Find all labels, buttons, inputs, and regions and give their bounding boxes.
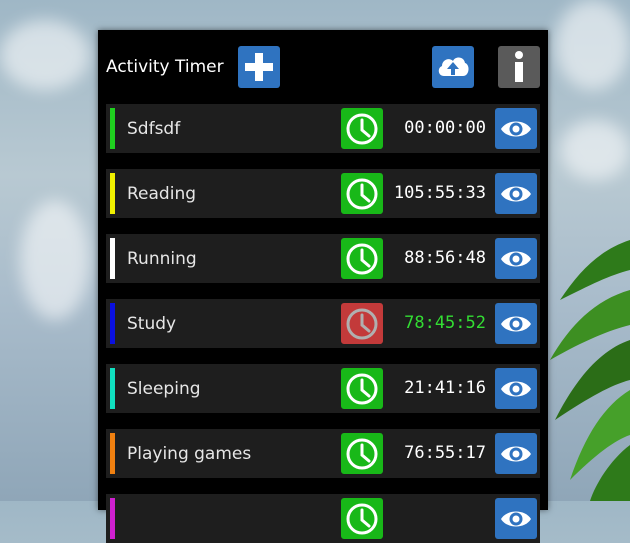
eye-icon — [501, 121, 531, 136]
activity-row[interactable]: Sdfsdf 00:00:00 — [106, 104, 540, 153]
view-activity-button[interactable] — [495, 498, 537, 539]
app-title: Activity Timer — [106, 57, 224, 77]
clock-icon — [346, 178, 378, 209]
activity-elapsed-time: 78:45:52 — [404, 313, 486, 333]
info-button[interactable] — [498, 46, 540, 88]
eye-icon — [501, 381, 531, 396]
start-timer-button[interactable] — [341, 368, 383, 409]
start-timer-button[interactable] — [341, 173, 383, 214]
info-icon — [515, 51, 523, 82]
palm-leaves-image — [550, 240, 630, 501]
view-activity-button[interactable] — [495, 238, 537, 279]
plus-icon — [245, 53, 273, 81]
activity-row[interactable]: Reading 105:55:33 — [106, 169, 540, 218]
cloud-upload-icon — [438, 57, 469, 76]
activity-color-bar — [110, 303, 115, 344]
cloud-upload-button[interactable] — [432, 46, 474, 88]
activity-row[interactable]: Study 78:45:52 — [106, 299, 540, 348]
activity-color-bar — [110, 173, 115, 214]
eye-icon — [501, 316, 531, 331]
activity-name: Sdfsdf — [127, 119, 181, 139]
eye-icon — [501, 446, 531, 461]
clock-icon — [346, 308, 378, 339]
activity-color-bar — [110, 368, 115, 409]
activity-color-bar — [110, 433, 115, 474]
activity-color-bar — [110, 498, 115, 539]
activity-elapsed-time: 21:41:16 — [404, 378, 486, 398]
start-timer-button[interactable] — [341, 108, 383, 149]
activity-name: Study — [127, 314, 177, 334]
view-activity-button[interactable] — [495, 303, 537, 344]
clock-icon — [346, 438, 378, 469]
clock-icon — [346, 113, 378, 144]
activity-row[interactable]: Running 88:56:48 — [106, 234, 540, 283]
activity-name: Reading — [127, 184, 197, 204]
eye-icon — [501, 251, 531, 266]
activity-elapsed-time: 88:56:48 — [404, 248, 486, 268]
activity-name: Sleeping — [127, 379, 201, 399]
stop-timer-button[interactable] — [341, 303, 383, 344]
clock-icon — [346, 243, 378, 274]
activity-elapsed-time: 76:55:17 — [404, 443, 486, 463]
activity-name: Running — [127, 249, 197, 269]
activity-row[interactable]: Sleeping 21:41:16 — [106, 364, 540, 413]
eye-icon — [501, 511, 531, 526]
activity-elapsed-time: 00:00:00 — [404, 118, 486, 138]
view-activity-button[interactable] — [495, 173, 537, 214]
add-activity-button[interactable] — [238, 46, 280, 88]
start-timer-button[interactable] — [341, 498, 383, 539]
activity-name: Playing games — [127, 444, 252, 464]
header: Activity Timer — [98, 30, 548, 102]
clock-icon — [346, 373, 378, 404]
clock-icon — [346, 503, 378, 534]
start-timer-button[interactable] — [341, 238, 383, 279]
view-activity-button[interactable] — [495, 433, 537, 474]
activity-row[interactable] — [106, 494, 540, 543]
activity-color-bar — [110, 238, 115, 279]
view-activity-button[interactable] — [495, 368, 537, 409]
start-timer-button[interactable] — [341, 433, 383, 474]
activity-timer-window: Activity Timer Sdfsdf 00:00:00 Reading 105:… — [98, 30, 548, 543]
activity-color-bar — [110, 108, 115, 149]
activity-elapsed-time: 105:55:33 — [393, 183, 486, 203]
activity-row[interactable]: Playing games 76:55:17 — [106, 429, 540, 478]
eye-icon — [501, 186, 531, 201]
view-activity-button[interactable] — [495, 108, 537, 149]
